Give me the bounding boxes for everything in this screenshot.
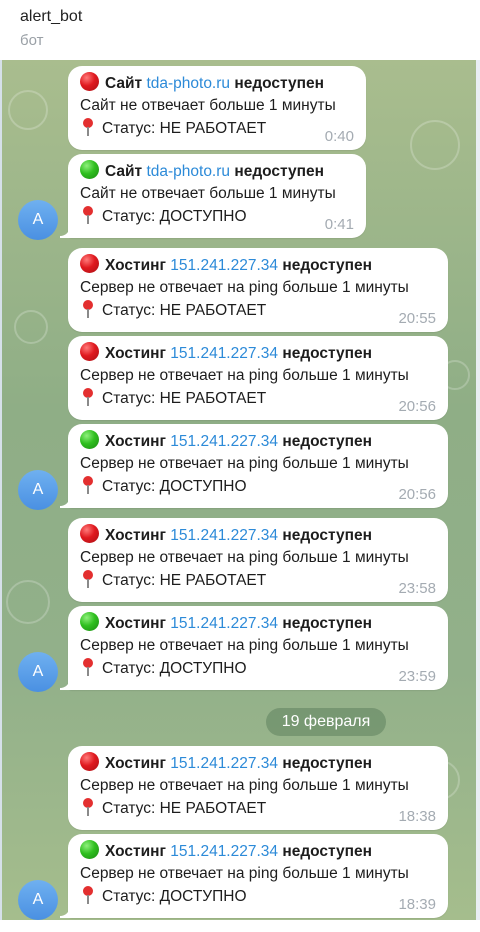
message-link[interactable]: 151.241.227.34	[170, 843, 278, 860]
avatar[interactable]: A	[18, 470, 58, 510]
message-time: 20:56	[398, 486, 436, 503]
wallpaper-doodle	[6, 580, 50, 624]
bubble-tail	[60, 906, 72, 918]
message-link[interactable]: 151.241.227.34	[170, 755, 278, 772]
message-bubble[interactable]: Хостинг 151.241.227.34 недоступен Сервер…	[68, 746, 448, 830]
message-bubble[interactable]: Хостинг 151.241.227.34 недоступен Сервер…	[68, 606, 448, 690]
avatar[interactable]: A	[18, 652, 58, 692]
message-headline: Хостинг 151.241.227.34 недоступен	[80, 752, 436, 775]
pin-icon	[80, 475, 96, 495]
bubble-tail	[60, 226, 72, 238]
pin-icon	[80, 885, 96, 905]
pin-icon	[80, 117, 96, 137]
scrollbar-track[interactable]	[476, 60, 480, 932]
message-link[interactable]: 151.241.227.34	[170, 615, 278, 632]
status-dot-icon	[80, 752, 99, 771]
message-status: Статус: НЕ РАБОТАЕТ	[80, 117, 354, 140]
message-headline: Хостинг 151.241.227.34 недоступен	[80, 342, 436, 365]
message-time: 18:38	[398, 808, 436, 825]
message-body: Сервер не отвечает на ping больше 1 мину…	[80, 777, 409, 794]
chat-subtitle: бот	[20, 32, 44, 49]
message-bubble[interactable]: Хостинг 151.241.227.34 недоступен Сервер…	[68, 248, 448, 332]
message-link[interactable]: 151.241.227.34	[170, 257, 278, 274]
message-time: 20:56	[398, 398, 436, 415]
message-status: Статус: НЕ РАБОТАЕТ	[80, 569, 436, 592]
message-body: Сервер не отвечает на ping больше 1 мину…	[80, 549, 409, 566]
wallpaper-doodle	[410, 120, 460, 170]
bubble-tail	[60, 496, 72, 508]
message-headline: Хостинг 151.241.227.34 недоступен	[80, 840, 436, 863]
pin-icon	[80, 205, 96, 225]
message-headline: Сайт tda-photo.ru недоступен	[80, 160, 354, 183]
pin-icon	[80, 299, 96, 319]
message-time: 0:41	[324, 216, 354, 233]
message-status: Статус: ДОСТУПНО	[80, 657, 436, 680]
message-bubble[interactable]: Хостинг 151.241.227.34 недоступен Сервер…	[68, 834, 448, 918]
left-divider	[0, 60, 2, 932]
status-dot-icon	[80, 612, 99, 631]
message-headline: Хостинг 151.241.227.34 недоступен	[80, 430, 436, 453]
message-time: 18:39	[398, 896, 436, 913]
status-dot-icon	[80, 254, 99, 273]
status-dot-icon	[80, 430, 99, 449]
bottom-edge	[0, 920, 480, 932]
message-body: Сервер не отвечает на ping больше 1 мину…	[80, 455, 409, 472]
message-headline: Хостинг 151.241.227.34 недоступен	[80, 254, 436, 277]
message-body: Сервер не отвечает на ping больше 1 мину…	[80, 865, 409, 882]
message-headline: Хостинг 151.241.227.34 недоступен	[80, 612, 436, 635]
message-bubble[interactable]: Сайт tda-photo.ru недоступен Сайт не отв…	[68, 154, 366, 238]
message-link[interactable]: 151.241.227.34	[170, 527, 278, 544]
date-separator: 19 февраля	[266, 708, 386, 736]
message-list[interactable]: Сайт tda-photo.ru недоступен Сайт не отв…	[0, 60, 480, 932]
bubble-tail	[60, 678, 72, 690]
status-dot-icon	[80, 160, 99, 179]
message-time: 23:58	[398, 580, 436, 597]
message-body: Сервер не отвечает на ping больше 1 мину…	[80, 637, 409, 654]
message-status: Статус: НЕ РАБОТАЕТ	[80, 387, 436, 410]
pin-icon	[80, 387, 96, 407]
status-dot-icon	[80, 840, 99, 859]
chat-title[interactable]: alert_bot	[20, 8, 82, 26]
status-dot-icon	[80, 72, 99, 91]
wallpaper-doodle	[8, 90, 48, 130]
avatar[interactable]: A	[18, 880, 58, 920]
message-status: Статус: ДОСТУПНО	[80, 205, 354, 228]
message-headline: Хостинг 151.241.227.34 недоступен	[80, 524, 436, 547]
pin-icon	[80, 569, 96, 589]
message-link[interactable]: 151.241.227.34	[170, 433, 278, 450]
pin-icon	[80, 797, 96, 817]
message-time: 23:59	[398, 668, 436, 685]
message-time: 20:55	[398, 310, 436, 327]
avatar[interactable]: A	[18, 200, 58, 240]
pin-icon	[80, 657, 96, 677]
message-body: Сервер не отвечает на ping больше 1 мину…	[80, 279, 409, 296]
message-bubble[interactable]: Сайт tda-photo.ru недоступен Сайт не отв…	[68, 66, 366, 150]
message-link[interactable]: 151.241.227.34	[170, 345, 278, 362]
message-time: 0:40	[324, 128, 354, 145]
message-status: Статус: ДОСТУПНО	[80, 475, 436, 498]
message-body: Сервер не отвечает на ping больше 1 мину…	[80, 367, 409, 384]
message-link[interactable]: tda-photo.ru	[146, 163, 230, 180]
message-bubble[interactable]: Хостинг 151.241.227.34 недоступен Сервер…	[68, 518, 448, 602]
message-body: Сайт не отвечает больше 1 минуты	[80, 185, 336, 202]
message-status: Статус: НЕ РАБОТАЕТ	[80, 797, 436, 820]
message-link[interactable]: tda-photo.ru	[146, 75, 230, 92]
message-bubble[interactable]: Хостинг 151.241.227.34 недоступен Сервер…	[68, 336, 448, 420]
status-dot-icon	[80, 524, 99, 543]
chat-header[interactable]: alert_bot бот	[0, 0, 480, 60]
message-status: Статус: НЕ РАБОТАЕТ	[80, 299, 436, 322]
message-body: Сайт не отвечает больше 1 минуты	[80, 97, 336, 114]
status-dot-icon	[80, 342, 99, 361]
message-status: Статус: ДОСТУПНО	[80, 885, 436, 908]
message-headline: Сайт tda-photo.ru недоступен	[80, 72, 354, 95]
message-bubble[interactable]: Хостинг 151.241.227.34 недоступен Сервер…	[68, 424, 448, 508]
wallpaper-doodle	[14, 310, 48, 344]
